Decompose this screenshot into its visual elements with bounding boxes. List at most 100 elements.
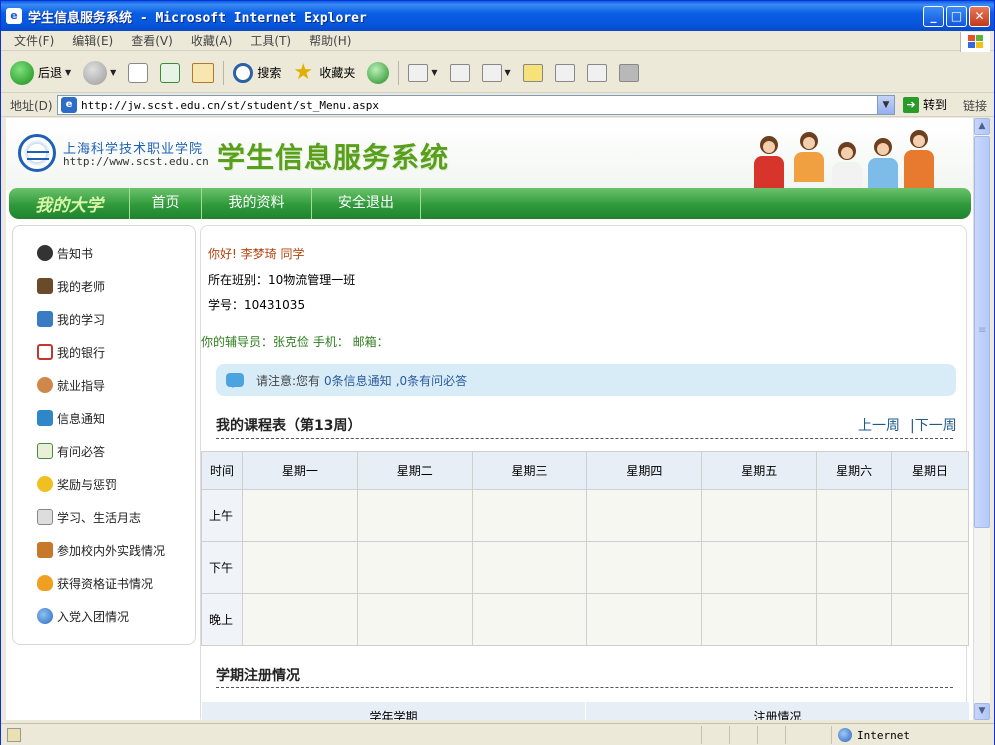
- search-button[interactable]: 搜索: [230, 58, 284, 88]
- favorites-button[interactable]: ★ 收藏夹: [290, 58, 358, 88]
- nav-profile[interactable]: 我的资料: [201, 188, 311, 219]
- home-button[interactable]: [189, 58, 217, 88]
- forward-arrow-icon: [83, 60, 108, 85]
- sidebar-item-qa[interactable]: 有问必答: [33, 441, 105, 461]
- links-label[interactable]: 链接: [963, 97, 987, 114]
- col-sun: 星期日: [891, 451, 969, 490]
- sidebar-item-practice[interactable]: 参加校内外实践情况: [33, 540, 165, 560]
- sidebar-item-study[interactable]: 我的学习: [33, 309, 105, 329]
- row-label: 下午: [201, 541, 243, 594]
- messenger-icon: [586, 63, 607, 82]
- forward-button[interactable]: ▼: [80, 58, 119, 88]
- sidebar-item-notice-letter[interactable]: 告知书: [33, 243, 93, 263]
- handshake-icon: [37, 542, 53, 558]
- sidebar-item-notices[interactable]: 信息通知: [33, 408, 105, 428]
- sidebar-item-label: 就业指导: [57, 378, 106, 393]
- sidebar: 告知书 我的老师 我的学习 我的银行 就业指导 信息通知 有问必答 奖励与惩罚 …: [12, 225, 196, 645]
- prev-week-link[interactable]: 上一周: [858, 418, 900, 434]
- minimize-button[interactable]: _: [923, 6, 944, 27]
- extra-button[interactable]: [616, 58, 642, 88]
- page-viewport: 上海科学技术职业学院 http://www.scst.edu.cn 学生信息服务…: [6, 118, 973, 720]
- scroll-up-icon[interactable]: ▲: [974, 118, 990, 135]
- schedule-cell: [356, 541, 473, 594]
- windows-logo-icon: [960, 32, 990, 52]
- vertical-scrollbar[interactable]: ▲ ▼: [973, 118, 990, 720]
- back-label: 后退: [38, 66, 63, 80]
- maximize-button[interactable]: □: [946, 6, 967, 27]
- history-button[interactable]: [364, 58, 392, 88]
- student-id: 学号：10431035: [208, 298, 306, 312]
- book-icon: [37, 311, 53, 327]
- nav-logout[interactable]: 安全退出: [311, 188, 421, 219]
- system-title: 学生信息服务系统: [217, 141, 450, 174]
- sidebar-item-rewards[interactable]: 奖励与惩罚: [33, 474, 117, 494]
- school-url: http://www.scst.edu.cn: [63, 155, 209, 168]
- mail-dropdown-icon[interactable]: ▼: [431, 68, 437, 77]
- sidebar-item-label: 有问必答: [57, 444, 106, 459]
- nav-brand[interactable]: 我的大学: [9, 191, 129, 216]
- menu-file[interactable]: 文件(F): [1, 32, 63, 49]
- printer-icon: [449, 63, 470, 82]
- sidebar-item-teacher[interactable]: 我的老师: [33, 276, 105, 296]
- go-button[interactable]: ➔ 转到: [899, 96, 947, 113]
- sidebar-item-certificates[interactable]: 获得资格证书情况: [33, 573, 153, 593]
- scroll-down-icon[interactable]: ▼: [974, 703, 990, 720]
- address-url[interactable]: http://jw.scst.edu.cn/st/student/st_Menu…: [81, 99, 379, 112]
- calendar-icon: [37, 344, 53, 360]
- class-info: 所在班别：10物流管理一班: [208, 273, 356, 287]
- sidebar-item-label: 我的银行: [57, 345, 106, 360]
- print-button[interactable]: [447, 58, 473, 88]
- sidebar-item-party[interactable]: 入党入团情况: [33, 606, 129, 626]
- info-notice-link[interactable]: 0条信息通知: [324, 372, 392, 389]
- menu-favorites[interactable]: 收藏(A): [182, 32, 242, 49]
- sidebar-item-label: 告知书: [57, 246, 94, 261]
- sidebar-item-journal[interactable]: 学习、生活月志: [33, 507, 141, 527]
- notice-prefix: 请注意:您有: [256, 373, 321, 388]
- menu-edit[interactable]: 编辑(E): [63, 32, 122, 49]
- address-input[interactable]: e http://jw.scst.edu.cn/st/student/st_Me…: [57, 95, 895, 115]
- discuss-button[interactable]: [520, 58, 546, 88]
- nav-home[interactable]: 首页: [129, 188, 201, 219]
- main-panel: 你好! 李梦琦 同学 所在班别：10物流管理一班 学号：10431035 你的辅…: [200, 225, 969, 720]
- col-fri: 星期五: [701, 451, 818, 490]
- menu-tools[interactable]: 工具(T): [241, 32, 300, 49]
- address-label: 地址(D): [10, 98, 53, 113]
- sidebar-item-career[interactable]: 就业指导: [33, 375, 105, 395]
- qa-link[interactable]: ,0条有问必答: [396, 372, 467, 389]
- back-dropdown-icon[interactable]: ▼: [65, 68, 71, 77]
- scroll-thumb[interactable]: [974, 136, 990, 528]
- back-button[interactable]: 后退 ▼: [7, 58, 74, 88]
- divider: [216, 687, 953, 688]
- schedule-cell: [471, 541, 588, 594]
- school-logo: [18, 134, 56, 172]
- edit-dropdown-icon[interactable]: ▼: [505, 68, 511, 77]
- sidebar-item-bank[interactable]: 我的银行: [33, 342, 105, 362]
- star-icon: ★: [293, 59, 314, 85]
- schedule-cell: [241, 541, 358, 594]
- students-banner-image: [746, 124, 946, 190]
- address-dropdown-icon[interactable]: ▼: [877, 96, 894, 114]
- refresh-icon: [160, 62, 181, 83]
- sidebar-item-label: 信息通知: [57, 411, 106, 426]
- notice-banner: 请注意:您有 0条信息通知 ,0条有问必答: [216, 364, 956, 396]
- page-icon: e: [61, 97, 77, 113]
- close-button[interactable]: ✕: [969, 6, 990, 27]
- ie-window: e 学生信息服务系统 - Microsoft Internet Explorer…: [0, 0, 995, 745]
- mail-button[interactable]: ▼: [405, 58, 440, 88]
- zone-label: Internet: [857, 728, 910, 742]
- next-week-link[interactable]: |下一周: [910, 418, 957, 434]
- search-icon: [233, 62, 254, 83]
- messenger-button[interactable]: [584, 58, 610, 88]
- stop-button[interactable]: [125, 58, 151, 88]
- research-button[interactable]: [552, 58, 578, 88]
- schedule-cell: [356, 593, 473, 646]
- menu-view[interactable]: 查看(V): [122, 32, 182, 49]
- lightbulb-icon: [37, 575, 53, 591]
- advisor-info: 你的辅导员：张克俭 手机： 邮箱：: [201, 335, 389, 349]
- registration-title: 学期注册情况: [216, 668, 300, 684]
- sidebar-item-label: 获得资格证书情况: [57, 576, 154, 591]
- refresh-button[interactable]: [157, 58, 183, 88]
- edit-button[interactable]: ▼: [479, 58, 514, 88]
- forward-dropdown-icon[interactable]: ▼: [110, 68, 116, 77]
- menu-help[interactable]: 帮助(H): [300, 32, 360, 49]
